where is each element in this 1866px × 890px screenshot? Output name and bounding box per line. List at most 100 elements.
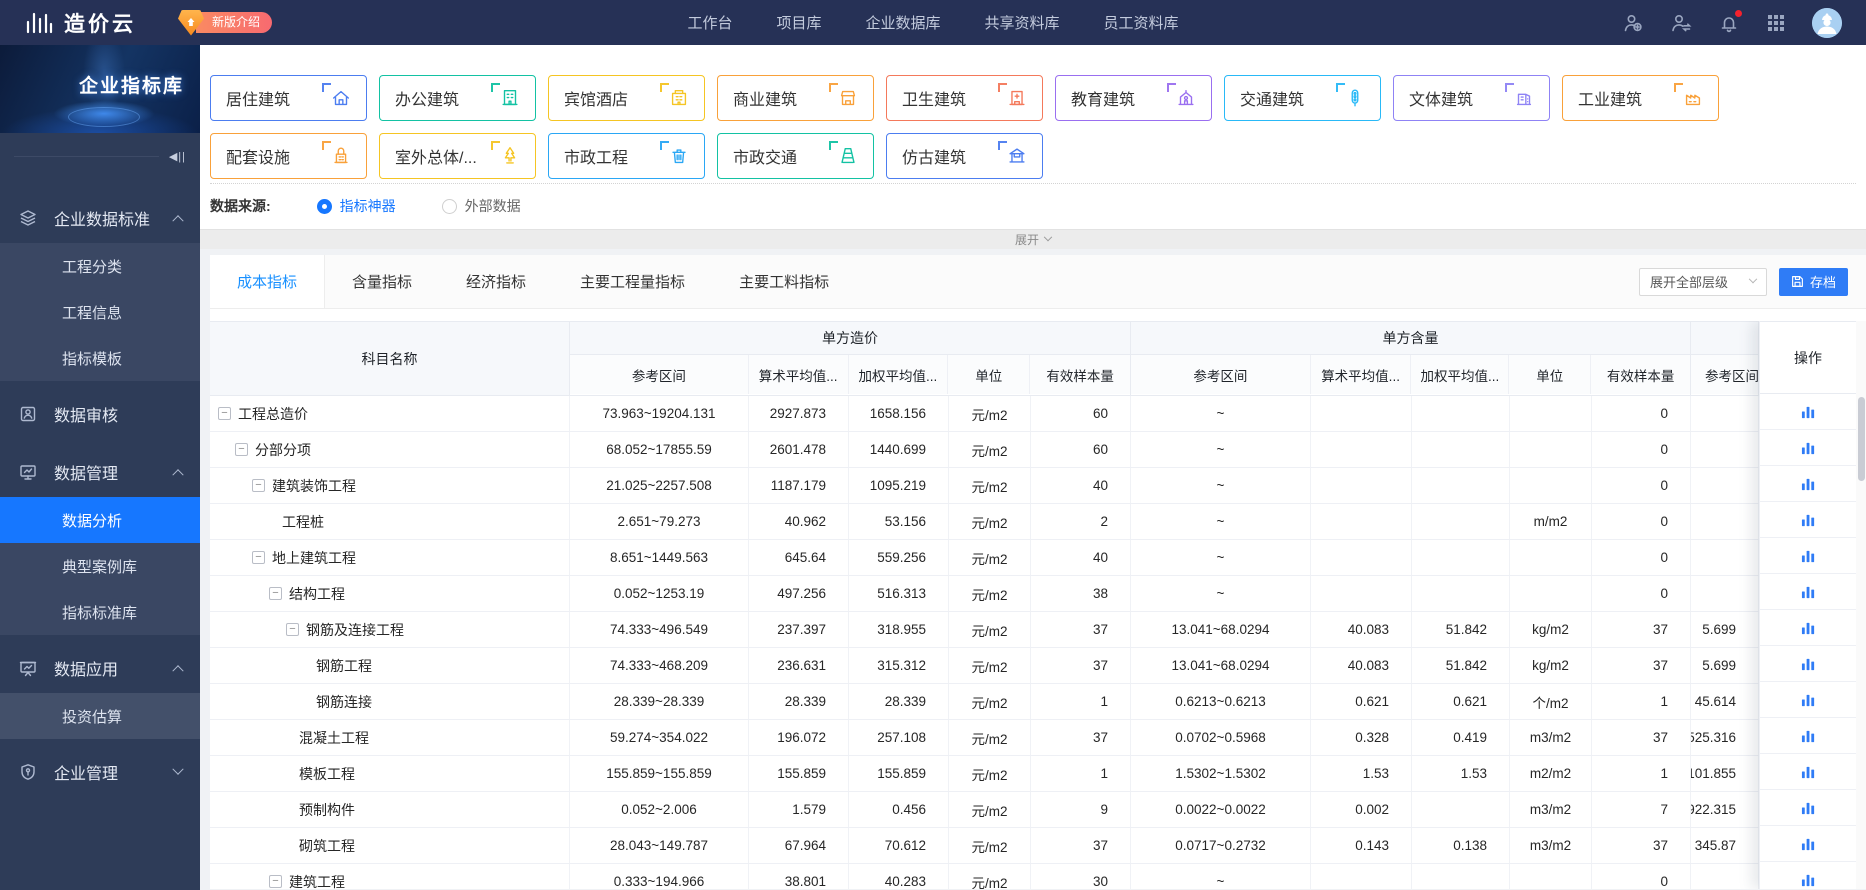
- tree-collapse-icon[interactable]: −: [252, 479, 265, 492]
- category-outdoor-general-button[interactable]: 室外总体/...: [379, 133, 536, 179]
- table-row[interactable]: 混凝土工程 59.274~354.022 196.072 257.108 元/m2 37 0…: [210, 720, 1866, 756]
- subject-name-cell: 混凝土工程: [210, 720, 570, 755]
- value-cell: [1691, 396, 1759, 431]
- row-chart-action[interactable]: [1760, 394, 1856, 430]
- notification-bell-icon[interactable]: [1718, 9, 1742, 34]
- sidebar-item-investment-estimate[interactable]: 投资估算: [0, 693, 200, 739]
- nav-project-library[interactable]: 项目库: [776, 12, 821, 33]
- apps-grid-icon[interactable]: [1766, 13, 1786, 33]
- table-row[interactable]: − 地上建筑工程 8.651~1449.563 645.64 559.256 元/m2 40…: [210, 540, 1866, 576]
- tab-main-quantity-indicator[interactable]: 主要工程量指标: [553, 255, 712, 308]
- tree-collapse-icon[interactable]: −: [286, 623, 299, 636]
- collapse-sidebar-icon[interactable]: ◀||: [169, 150, 186, 163]
- category-education-button[interactable]: 教育建筑: [1055, 75, 1212, 121]
- nav-staff-library[interactable]: 员工资料库: [1104, 12, 1179, 33]
- user-avatar[interactable]: [1812, 7, 1842, 38]
- category-office-button[interactable]: 办公建筑: [379, 75, 536, 121]
- table-row[interactable]: − 钢筋及连接工程 74.333~496.549 237.397 318.955 元/m2…: [210, 612, 1866, 648]
- tree-collapse-icon[interactable]: −: [218, 407, 231, 420]
- app-logo[interactable]: 造价云: [24, 8, 136, 38]
- vertical-scrollbar[interactable]: [1856, 321, 1866, 889]
- value-cell: 5.699: [1691, 612, 1759, 647]
- tab-main-material-indicator[interactable]: 主要工料指标: [712, 255, 856, 308]
- tree-icon: [491, 141, 522, 168]
- table-row[interactable]: 砌筑工程 28.043~149.787 67.964 70.612 元/m2 37 0.07…: [210, 828, 1866, 864]
- category-health-button[interactable]: 卫生建筑: [886, 75, 1043, 121]
- category-culture-sports-button[interactable]: 文体建筑: [1393, 75, 1550, 121]
- row-chart-action[interactable]: [1760, 430, 1856, 466]
- row-chart-action[interactable]: [1760, 718, 1856, 754]
- tab-economic-indicator[interactable]: 经济指标: [439, 255, 553, 308]
- row-chart-action[interactable]: [1760, 574, 1856, 610]
- category-label: 工业建筑: [1578, 92, 1643, 109]
- scrollbar-thumb[interactable]: [1857, 397, 1865, 481]
- tree-collapse-icon[interactable]: −: [269, 875, 282, 888]
- category-label: 卫生建筑: [902, 92, 967, 109]
- row-chart-action[interactable]: [1760, 862, 1856, 889]
- row-chart-action[interactable]: [1760, 502, 1856, 538]
- category-commercial-button[interactable]: 商业建筑: [717, 75, 874, 121]
- radio-external-data[interactable]: 外部数据: [441, 196, 521, 216]
- sidebar-item-enterprise-management[interactable]: 企业管理: [0, 747, 200, 797]
- sidebar-item-data-application[interactable]: 数据应用: [0, 643, 200, 693]
- sidebar-item-data-standard[interactable]: 企业数据标准: [0, 193, 200, 243]
- archive-button[interactable]: 存档: [1778, 267, 1848, 296]
- row-chart-action[interactable]: [1760, 538, 1856, 574]
- value-cell: [1510, 864, 1592, 889]
- row-chart-action[interactable]: [1760, 610, 1856, 646]
- nav-shared-library[interactable]: 共享资料库: [985, 12, 1060, 33]
- sidebar-item-typical-case-library[interactable]: 典型案例库: [0, 543, 200, 589]
- table-row[interactable]: − 工程总造价 73.963~19204.131 2927.873 1658.156 元/…: [210, 396, 1866, 432]
- tab-cost-indicator[interactable]: 成本指标: [210, 255, 326, 308]
- table-row[interactable]: − 结构工程 0.052~1253.19 497.256 516.313 元/m2 38 ~0: [210, 576, 1866, 612]
- nav-workbench[interactable]: 工作台: [687, 12, 732, 33]
- expand-filter-bar[interactable]: 展开: [200, 229, 1866, 249]
- table-row[interactable]: − 建筑装饰工程 21.025~2257.508 1187.179 1095.219 元/…: [210, 468, 1866, 504]
- sidebar-item-indicator-template[interactable]: 指标模板: [0, 335, 200, 381]
- sidebar-item-data-analysis[interactable]: 数据分析: [0, 497, 200, 543]
- sidebar-item-indicator-standard-library[interactable]: 指标标准库: [0, 589, 200, 635]
- sidebar-item-data-audit[interactable]: 数据审核: [0, 389, 200, 439]
- value-cell: ~: [1131, 576, 1311, 611]
- value-cell: 40.083: [1311, 648, 1412, 683]
- add-user-icon[interactable]: [1622, 12, 1644, 34]
- table-row[interactable]: 预制构件 0.052~2.006 1.579 0.456 元/m2 9 0.0022~0.0…: [210, 792, 1866, 828]
- category-transport-building-button[interactable]: 交通建筑: [1224, 75, 1381, 121]
- category-municipal-engineering-button[interactable]: 市政工程: [548, 133, 705, 179]
- table-row[interactable]: 模板工程 155.859~155.859 155.859 155.859 元/m2 1 1.…: [210, 756, 1866, 792]
- new-version-badge[interactable]: 新版介绍: [178, 9, 273, 36]
- expand-level-select[interactable]: 展开全部层级: [1638, 267, 1767, 296]
- category-industrial-button[interactable]: 工业建筑: [1562, 75, 1719, 121]
- switch-user-icon[interactable]: [1670, 12, 1692, 34]
- row-chart-action[interactable]: [1760, 682, 1856, 718]
- category-municipal-transport-button[interactable]: 市政交通: [717, 133, 874, 179]
- category-label: 室外总体/...: [395, 150, 477, 167]
- category-residential-button[interactable]: 居住建筑: [210, 75, 367, 121]
- table-row[interactable]: 工程桩 2.651~79.273 40.962 53.156 元/m2 2 ~ m/m2 0: [210, 504, 1866, 540]
- tree-collapse-icon[interactable]: −: [235, 443, 248, 456]
- subject-name: 分部分项: [255, 441, 311, 458]
- tab-content-indicator[interactable]: 含量指标: [325, 255, 439, 308]
- row-chart-action[interactable]: [1760, 754, 1856, 790]
- row-chart-action[interactable]: [1760, 826, 1856, 862]
- table-row[interactable]: 钢筋工程 74.333~468.209 236.631 315.312 元/m2 37 13…: [210, 648, 1866, 684]
- value-cell: 8.651~1449.563: [570, 540, 749, 575]
- table-row[interactable]: − 建筑工程 0.333~194.966 38.801 40.283 元/m2 30 ~0: [210, 864, 1866, 889]
- value-cell: 5.699: [1691, 648, 1759, 683]
- sidebar-item-data-management[interactable]: 数据管理: [0, 447, 200, 497]
- tree-collapse-icon[interactable]: −: [252, 551, 265, 564]
- nav-enterprise-database[interactable]: 企业数据库: [865, 12, 940, 33]
- sidebar-item-project-info[interactable]: 工程信息: [0, 289, 200, 335]
- category-hotel-button[interactable]: 宾馆酒店: [548, 75, 705, 121]
- tree-collapse-icon[interactable]: −: [269, 587, 282, 600]
- row-chart-action[interactable]: [1760, 646, 1856, 682]
- category-supporting-facility-button[interactable]: 配套设施: [210, 133, 367, 179]
- radio-indicator-tool[interactable]: 指标神器: [316, 196, 396, 216]
- row-chart-action[interactable]: [1760, 466, 1856, 502]
- table-row[interactable]: 钢筋连接 28.339~28.339 28.339 28.339 元/m2 1 0.6213…: [210, 684, 1866, 720]
- sidebar-item-project-classification[interactable]: 工程分类: [0, 243, 200, 289]
- table-row[interactable]: − 分部分项 68.052~17855.59 2601.478 1440.699 元/m2…: [210, 432, 1866, 468]
- category-antique-building-button[interactable]: 仿古建筑: [886, 133, 1043, 179]
- row-chart-action[interactable]: [1760, 790, 1856, 826]
- value-cell: 1440.699: [849, 432, 949, 467]
